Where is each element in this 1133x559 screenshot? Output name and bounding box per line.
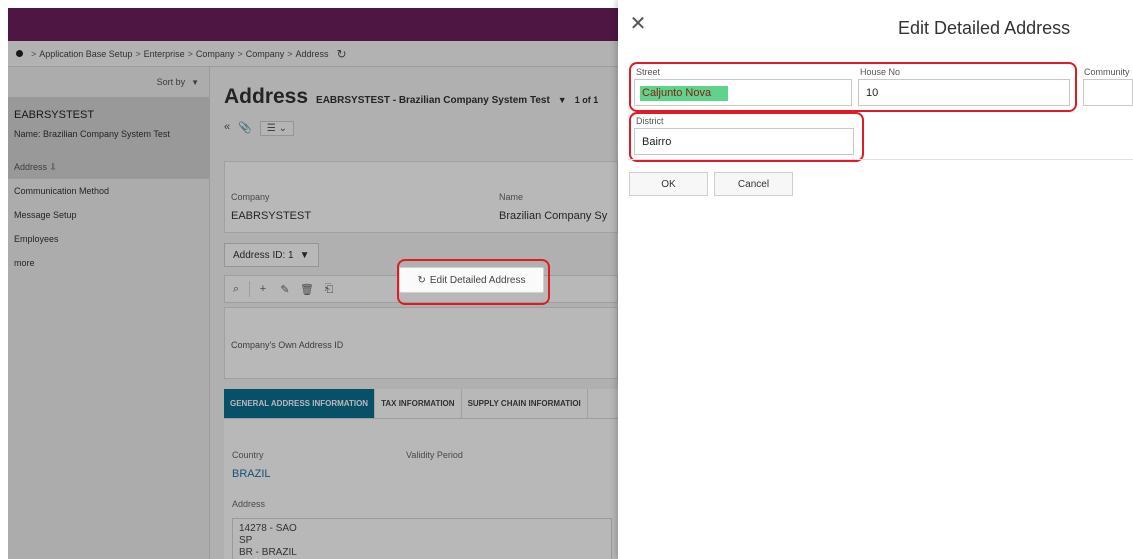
refresh-icon: ↻ (417, 274, 426, 286)
country-value[interactable]: BRAZIL (232, 468, 271, 480)
record-count: 1 of 1 (574, 95, 599, 105)
edit-detailed-address-button[interactable]: ↻ Edit Detailed Address (399, 267, 544, 293)
attachment-icon[interactable]: 📎 (238, 121, 252, 136)
street-input[interactable] (634, 79, 852, 106)
edit-icon[interactable]: ✎ (274, 283, 296, 296)
breadcrumb-item[interactable]: Address (296, 49, 329, 59)
page-toolbar: « 📎 ☰ ⌄ (224, 121, 294, 136)
address-id-selector[interactable]: Address ID: 1 ▼ (224, 243, 319, 267)
home-icon[interactable] (16, 50, 23, 57)
delete-icon[interactable]: 🗑 (296, 283, 318, 296)
company-value: EABRSYSTEST (231, 210, 312, 222)
collapse-icon[interactable]: « (224, 121, 230, 136)
sidebar-item-more[interactable]: more (8, 251, 209, 275)
breadcrumb-item[interactable]: Application Base Setup (39, 49, 132, 59)
address-label: Address (232, 499, 266, 509)
company-label: Company (231, 192, 270, 202)
caret-down-icon: ▼ (191, 77, 199, 87)
sidebar: Sort by ▼ EABRSYSTEST Name: Brazilian Co… (8, 67, 210, 559)
sidebar-item-communication-method[interactable]: Communication Method (8, 179, 209, 203)
sidebar-item-address[interactable]: Address ⇩ (8, 155, 209, 179)
own-address-label: Company's Own Address ID (231, 340, 344, 350)
tab-general-address[interactable]: GENERAL ADDRESS INFORMATION (224, 389, 376, 418)
ok-button[interactable]: OK (629, 172, 708, 196)
top-bar (8, 8, 618, 41)
address-line: SP (239, 535, 253, 546)
refresh-icon[interactable]: ↻ (337, 47, 347, 61)
breadcrumb-item[interactable]: Enterprise (144, 49, 185, 59)
selected-record[interactable]: EABRSYSTEST Name: Brazilian Company Syst… (8, 97, 209, 155)
validity-label: Validity Period (406, 450, 463, 460)
duplicate-icon[interactable]: ⎗ (318, 283, 340, 296)
community-label: Community (1084, 67, 1130, 77)
name-value: Brazilian Company Sy (499, 210, 608, 222)
document-menu-button[interactable]: ☰ ⌄ (259, 121, 294, 136)
address-box: 14278 - SAO SP BR - BRAZIL (232, 518, 612, 559)
chevron-right-icon: > (31, 48, 37, 59)
breadcrumb-item[interactable]: Company (196, 49, 235, 59)
sidebar-item-message-setup[interactable]: Message Setup (8, 203, 209, 227)
main-content: Address EABRSYSTEST - Brazilian Company … (210, 67, 618, 559)
page-header: Address EABRSYSTEST - Brazilian Company … (224, 85, 598, 109)
address-line: BR - BRAZIL (239, 547, 297, 558)
close-icon[interactable]: ✕ (628, 14, 648, 34)
street-label: Street (636, 67, 661, 77)
name-label: Name (499, 192, 524, 202)
divider (628, 159, 1133, 160)
district-label: District (636, 116, 664, 126)
sort-by-label: Sort by (156, 77, 186, 87)
search-icon[interactable]: ⌕ (225, 283, 247, 296)
breadcrumb-item[interactable]: Company (246, 49, 285, 59)
caret-down-icon: ▼ (299, 249, 310, 261)
breadcrumb: > Application Base Setup > Enterprise > … (8, 41, 618, 67)
record-id: EABRSYSTEST (14, 109, 95, 121)
district-input[interactable] (634, 128, 854, 155)
cancel-button[interactable]: Cancel (714, 172, 793, 196)
community-input[interactable] (1083, 79, 1133, 106)
sort-by-dropdown[interactable]: Sort by ▼ (8, 67, 209, 97)
house-no-input[interactable] (858, 79, 1070, 106)
page-subtitle: EABRSYSTEST - Brazilian Company System T… (316, 95, 550, 106)
address-line: 14278 - SAO (239, 523, 297, 534)
country-label: Country (232, 450, 264, 460)
tab-tax-information[interactable]: TAX INFORMATION (375, 389, 462, 418)
caret-down-icon[interactable]: ▼ (558, 95, 567, 105)
record-name: Name: Brazilian Company System Test (14, 129, 170, 139)
house-no-label: House No (860, 67, 901, 77)
address-id-label: Address ID: 1 (233, 249, 294, 261)
page-title: Address (224, 85, 309, 108)
own-address-card: Company's Own Address ID (224, 307, 618, 379)
tab-supply-chain[interactable]: SUPPLY CHAIN INFORMATIOI (462, 389, 588, 418)
dialog-title: Edit Detailed Address (898, 18, 1071, 38)
sidebar-item-employees[interactable]: Employees (8, 227, 209, 251)
add-icon[interactable]: + (252, 283, 274, 295)
general-address-panel: Country Validity Period BRAZIL Address 1… (224, 419, 618, 559)
edit-detailed-address-label: Edit Detailed Address (429, 274, 526, 286)
tab-bar: GENERAL ADDRESS INFORMATION TAX INFORMAT… (224, 389, 618, 419)
company-card: Company EABRSYSTEST Name Brazilian Compa… (224, 161, 618, 233)
